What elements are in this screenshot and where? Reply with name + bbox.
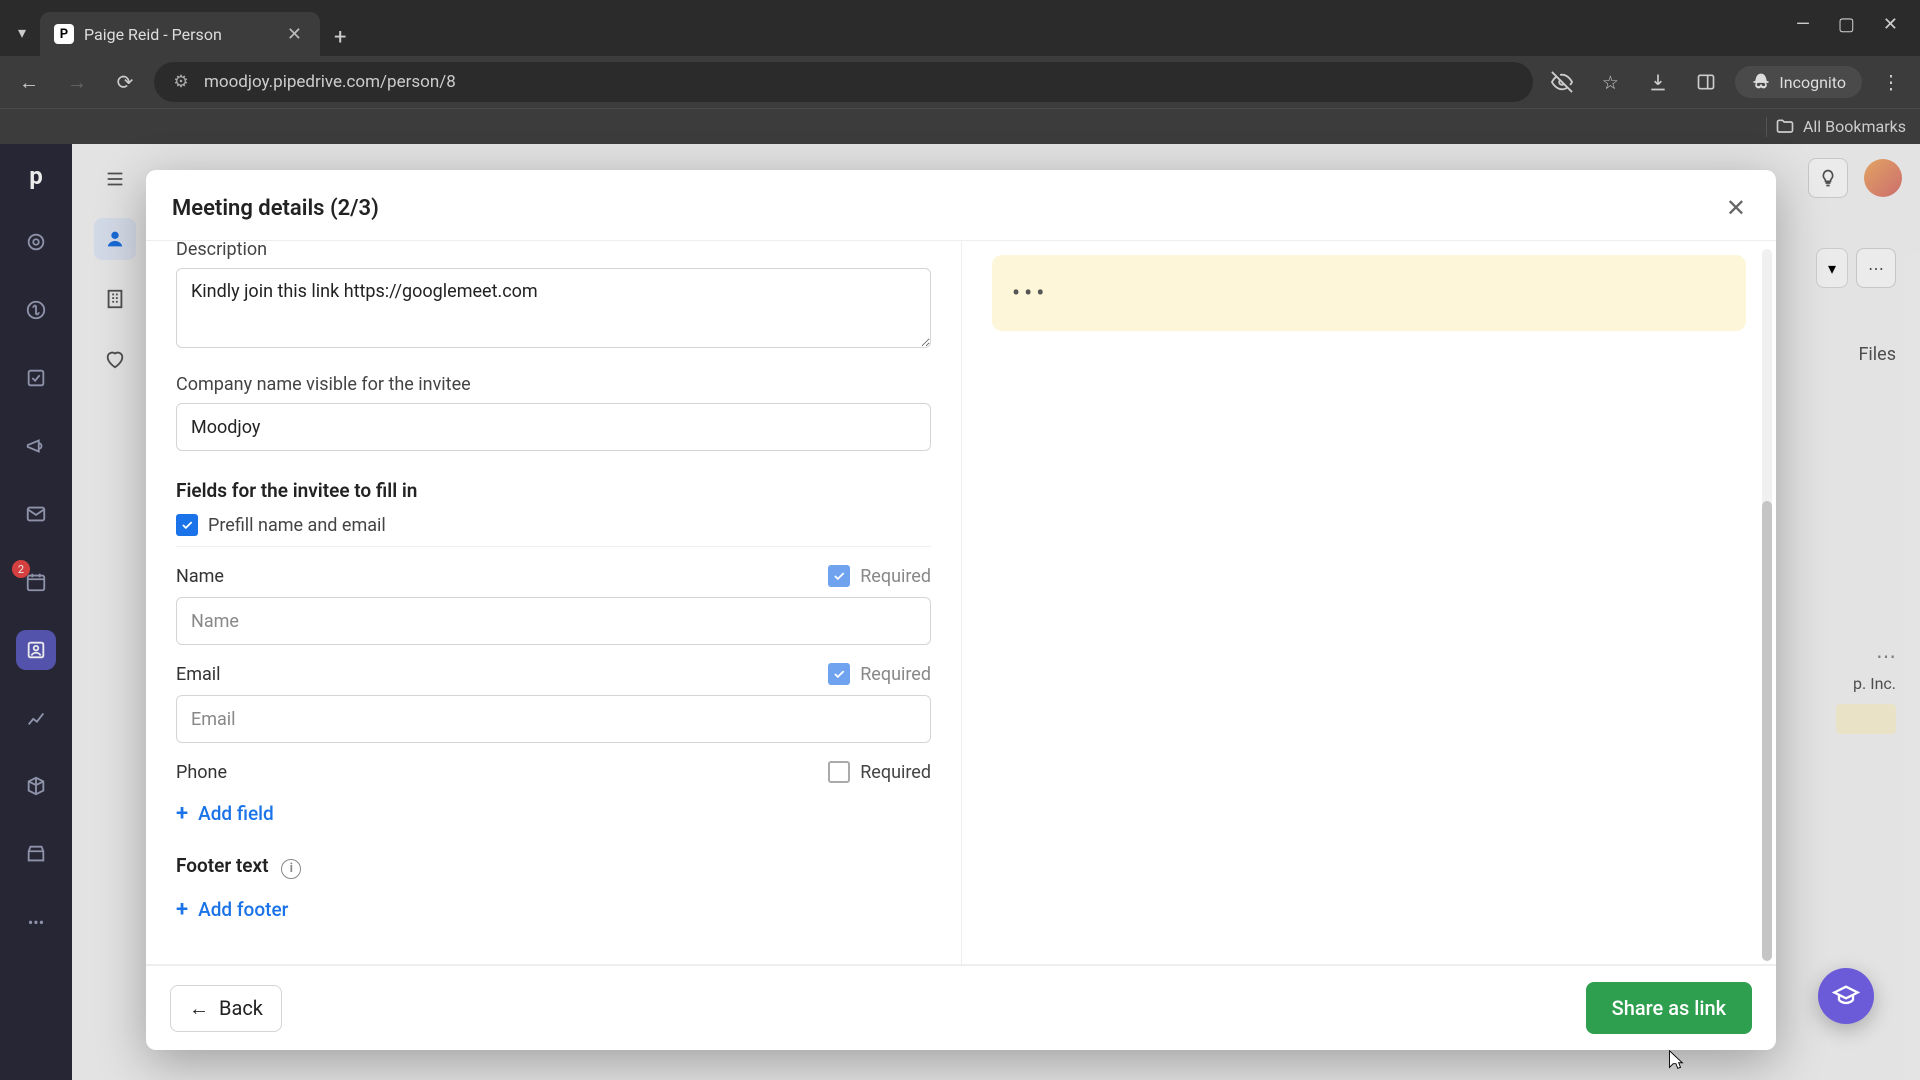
back-label: Back: [219, 996, 263, 1020]
incognito-chip[interactable]: Incognito: [1735, 66, 1862, 98]
field-label: Name: [176, 566, 224, 587]
share-label: Share as link: [1612, 996, 1726, 1020]
modal-title: Meeting details (2/3): [172, 196, 379, 221]
modal-close-button[interactable]: ✕: [1722, 190, 1750, 226]
nav-forward-button[interactable]: →: [58, 63, 96, 101]
browser-menu-button[interactable]: ⋮: [1872, 63, 1910, 101]
window-maximize-button[interactable]: ▢: [1838, 14, 1855, 35]
company-label: Company name visible for the invitee: [176, 374, 931, 395]
downloads-icon[interactable]: [1639, 63, 1677, 101]
bookmark-star-icon[interactable]: ☆: [1591, 63, 1629, 101]
required-label: Required: [860, 566, 931, 587]
add-footer-label: Add footer: [198, 898, 288, 921]
modal-preview-panel: •••: [961, 241, 1776, 964]
required-label: Required: [860, 762, 931, 783]
modal-form-panel: Description Company name visible for the…: [146, 241, 961, 964]
required-label: Required: [860, 664, 931, 685]
meeting-details-modal: Meeting details (2/3) ✕ Description Comp…: [146, 170, 1776, 1050]
nav-back-button[interactable]: ←: [10, 63, 48, 101]
folder-icon: [1775, 117, 1795, 137]
graduation-cap-icon: [1832, 982, 1860, 1010]
footer-section-heading: Footer text i: [176, 854, 931, 879]
incognito-label: Incognito: [1779, 73, 1846, 92]
site-settings-icon[interactable]: ⚙: [170, 71, 192, 93]
browser-tab[interactable]: P Paige Reid - Person ✕: [40, 12, 320, 56]
address-bar[interactable]: ⚙ moodjoy.pipedrive.com/person/8: [154, 62, 1533, 102]
preview-scrollbar-thumb[interactable]: [1762, 501, 1772, 961]
sidepanel-icon[interactable]: [1687, 63, 1725, 101]
arrow-left-icon: ←: [189, 996, 209, 1021]
preview-card: •••: [992, 255, 1746, 331]
fields-section-heading: Fields for the invitee to fill in: [176, 479, 931, 502]
add-footer-button[interactable]: + Add footer: [176, 897, 931, 922]
prefill-checkbox[interactable]: [176, 514, 198, 536]
required-checkbox[interactable]: [828, 565, 850, 587]
tab-search-button[interactable]: ▾: [4, 14, 40, 50]
favicon-icon: P: [54, 24, 74, 44]
back-button[interactable]: ← Back: [170, 985, 282, 1032]
prefill-label: Prefill name and email: [208, 515, 386, 536]
nav-reload-button[interactable]: ⟳: [106, 63, 144, 101]
field-input-name[interactable]: [176, 597, 931, 645]
field-label: Email: [176, 664, 221, 685]
company-input[interactable]: [176, 403, 931, 451]
all-bookmarks-button[interactable]: All Bookmarks: [1803, 117, 1906, 136]
window-close-button[interactable]: ✕: [1883, 14, 1898, 35]
bookmarks-bar: All Bookmarks: [0, 108, 1920, 144]
tab-title: Paige Reid - Person: [84, 25, 222, 44]
add-field-label: Add field: [198, 802, 274, 825]
tab-close-button[interactable]: ✕: [283, 24, 306, 45]
add-field-button[interactable]: + Add field: [176, 801, 931, 826]
browser-toolbar: ← → ⟳ ⚙ moodjoy.pipedrive.com/person/8 ☆…: [0, 56, 1920, 108]
url-text: moodjoy.pipedrive.com/person/8: [204, 72, 456, 92]
window-minimize-button[interactable]: —: [1796, 14, 1810, 35]
description-label: Description: [176, 241, 931, 260]
required-checkbox[interactable]: [828, 761, 850, 783]
description-input[interactable]: [176, 268, 931, 348]
help-fab[interactable]: [1818, 968, 1874, 1024]
plus-icon: +: [176, 801, 188, 826]
eye-off-icon[interactable]: [1543, 63, 1581, 101]
plus-icon: +: [176, 897, 188, 922]
field-label: Phone: [176, 762, 227, 783]
new-tab-button[interactable]: +: [334, 25, 346, 50]
required-checkbox[interactable]: [828, 663, 850, 685]
share-as-link-button[interactable]: Share as link: [1586, 982, 1752, 1034]
field-input-email[interactable]: [176, 695, 931, 743]
preview-placeholder: •••: [1012, 279, 1048, 307]
info-icon[interactable]: i: [281, 859, 301, 879]
browser-titlebar: ▾ P Paige Reid - Person ✕ + — ▢ ✕: [0, 0, 1920, 56]
